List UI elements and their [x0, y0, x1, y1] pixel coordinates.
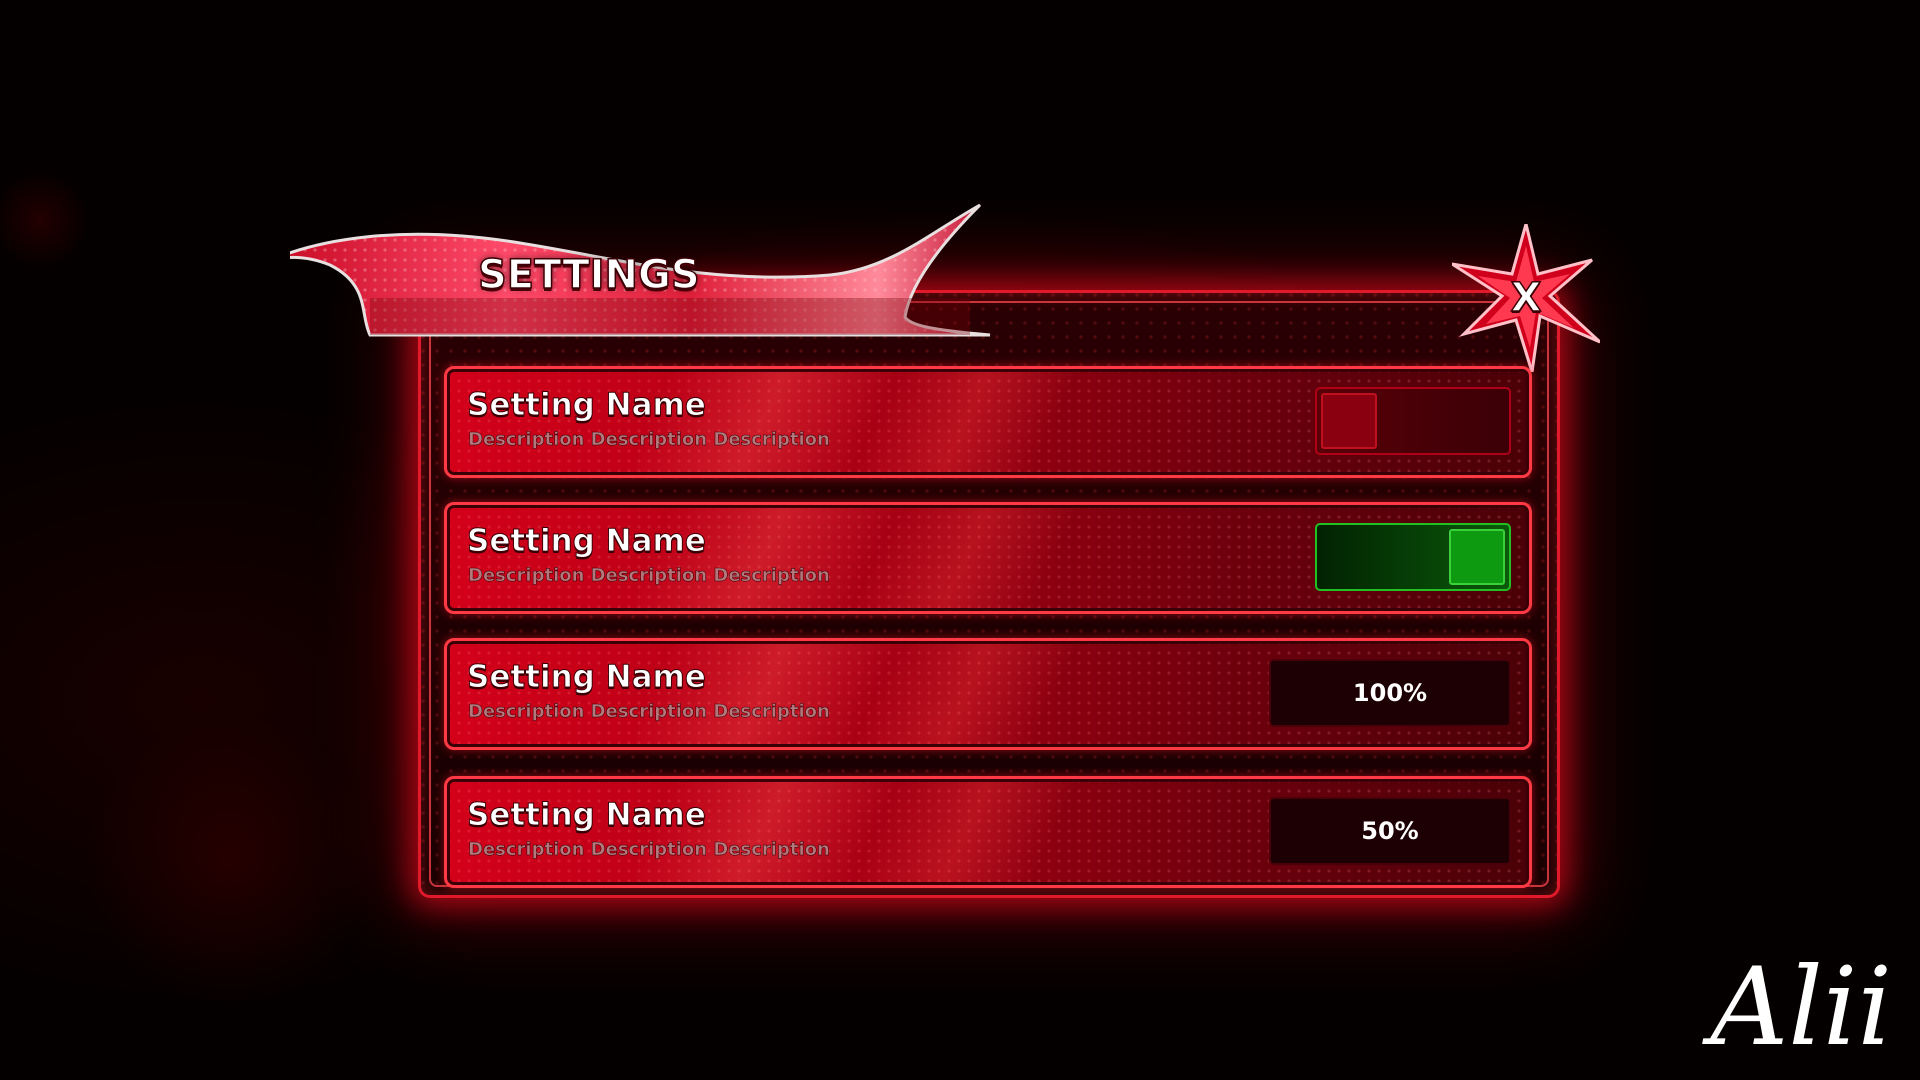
- banner-shape: [290, 203, 991, 337]
- setting-toggle-off[interactable]: [1315, 387, 1511, 455]
- setting-row: Setting Name Description Description Des…: [444, 502, 1532, 614]
- setting-row: Setting Name Description Description Des…: [444, 366, 1532, 478]
- setting-value-input[interactable]: 50%: [1269, 797, 1511, 865]
- close-button[interactable]: X: [1452, 224, 1600, 372]
- header-banner: SETTINGS: [290, 180, 1190, 350]
- setting-row: Setting Name Description Description Des…: [444, 776, 1532, 888]
- setting-value-text: 50%: [1361, 817, 1419, 845]
- setting-value-text: 100%: [1352, 679, 1428, 707]
- close-icon: X: [1510, 274, 1542, 322]
- setting-name: Setting Name: [467, 659, 707, 696]
- page-title: SETTINGS: [477, 251, 700, 299]
- toggle-knob: [1449, 529, 1505, 585]
- setting-row: Setting Name Description Description Des…: [444, 638, 1532, 750]
- setting-description: Description Description Description: [468, 701, 830, 723]
- setting-value-input[interactable]: 100%: [1269, 659, 1511, 727]
- setting-name: Setting Name: [467, 797, 707, 834]
- setting-description: Description Description Description: [468, 839, 830, 861]
- setting-name: Setting Name: [467, 523, 707, 560]
- toggle-knob: [1321, 393, 1377, 449]
- artist-signature: Alii: [1710, 945, 1892, 1070]
- setting-description: Description Description Description: [468, 565, 830, 587]
- setting-toggle-on[interactable]: [1315, 523, 1511, 591]
- setting-name: Setting Name: [467, 387, 707, 424]
- setting-description: Description Description Description: [468, 429, 830, 451]
